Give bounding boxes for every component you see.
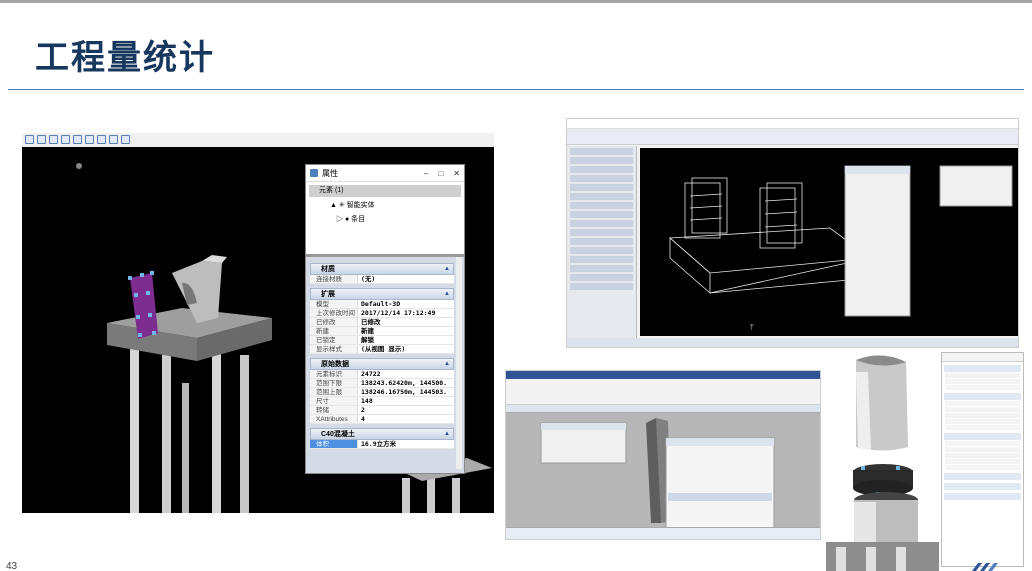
expand-icon[interactable]: ▲ ✳ bbox=[330, 202, 347, 209]
tree-item-label: 元素 (1) bbox=[319, 187, 344, 194]
property-row[interactable]: 尺寸 148 bbox=[310, 397, 454, 406]
screenshot-pier-column bbox=[505, 370, 821, 540]
group-concrete[interactable]: C40混凝土 bbox=[310, 428, 454, 440]
column-closeup-render bbox=[826, 355, 939, 571]
property-row[interactable]: 已修改 已修改 bbox=[310, 318, 454, 327]
tree-item-root[interactable]: 元素 (1) bbox=[309, 185, 461, 197]
svg-text:⤒: ⤒ bbox=[750, 323, 754, 332]
tree-item-label: 智能实体 bbox=[346, 202, 375, 209]
screenshot-wireframe: ⤒ bbox=[566, 118, 1019, 348]
property-row[interactable]: 显示样式 (从视图 显示) bbox=[310, 345, 454, 354]
property-row[interactable]: 转储 2 bbox=[310, 406, 454, 415]
group-extended[interactable]: 扩展 bbox=[310, 288, 454, 300]
page-number: 43 bbox=[6, 561, 18, 571]
logo bbox=[972, 563, 998, 571]
wireframe-viewport[interactable]: ⤒ bbox=[640, 148, 1018, 336]
side-properties-panel bbox=[941, 352, 1024, 567]
property-row[interactable]: 模型 Default-3D bbox=[310, 300, 454, 309]
property-row[interactable]: 连接材质 (无) bbox=[310, 275, 454, 284]
property-row[interactable]: 范围上限 138246.16750m, 144503. bbox=[310, 388, 454, 397]
panel-titlebar bbox=[942, 353, 1023, 362]
ribbon-toolbar[interactable] bbox=[506, 379, 820, 405]
column-closeup bbox=[826, 352, 939, 571]
minimize-icon[interactable]: – bbox=[424, 169, 428, 178]
scrollbar[interactable] bbox=[456, 257, 462, 469]
collapse-icon[interactable]: ▷ ● bbox=[336, 216, 351, 223]
property-grid: 材质 连接材质(无) 扩展 模型Default-3D 上次修改时间2017/12… bbox=[306, 257, 464, 473]
column-render bbox=[540, 418, 775, 534]
title-divider bbox=[8, 89, 1024, 90]
tool-panel[interactable] bbox=[567, 146, 637, 339]
properties-icon bbox=[310, 169, 318, 177]
view-tab-bar[interactable] bbox=[506, 405, 820, 413]
status-bar bbox=[567, 338, 1018, 347]
tree-item-smart-solid[interactable]: ▲ ✳ 智能实体 bbox=[330, 200, 375, 210]
status-bar bbox=[506, 527, 820, 539]
property-row[interactable]: 范围下限 138243.62420m, 144500. bbox=[310, 379, 454, 388]
element-tree: 元素 (1) ▲ ✳ 智能实体 ▷ ● 条目 bbox=[306, 182, 464, 254]
top-rule bbox=[0, 0, 1032, 3]
tree-item-label: 条目 bbox=[351, 216, 366, 223]
property-row[interactable]: 新建 新建 bbox=[310, 327, 454, 336]
tree-item-entry[interactable]: ▷ ● 条目 bbox=[336, 214, 365, 224]
slide-title: 工程量统计 bbox=[35, 38, 215, 78]
group-material[interactable]: 材质 bbox=[310, 263, 454, 275]
ribbon-toolbar[interactable] bbox=[567, 129, 1018, 145]
menu-bar[interactable] bbox=[567, 119, 1018, 129]
property-row[interactable]: 元素标识 24722 bbox=[310, 370, 454, 379]
property-row[interactable]: 已锁定 解锁 bbox=[310, 336, 454, 345]
dialog-titlebar: 属性 – □ ✕ bbox=[306, 165, 464, 182]
property-row[interactable]: 上次修改时间 2017/12/14 17:12:49 bbox=[310, 309, 454, 318]
close-icon[interactable]: ✕ bbox=[453, 169, 460, 178]
volume-row[interactable]: 体积 16.9立方米 bbox=[310, 440, 454, 449]
screenshot-pier-model: 属性 – □ ✕ 元素 (1) ▲ ✳ 智能实体 ▷ ● 条目 材质 连接材质(… bbox=[22, 133, 494, 513]
group-raw-data[interactable]: 原始数据 bbox=[310, 358, 454, 370]
property-row[interactable]: XAttributes 4 bbox=[310, 415, 454, 424]
menu-bar[interactable] bbox=[506, 371, 820, 379]
properties-dialog: 属性 – □ ✕ 元素 (1) ▲ ✳ 智能实体 ▷ ● 条目 材质 连接材质(… bbox=[305, 164, 465, 474]
maximize-icon[interactable]: □ bbox=[438, 169, 443, 178]
wireframe-render: ⤒ bbox=[669, 165, 1013, 332]
dialog-title: 属性 bbox=[322, 168, 338, 178]
